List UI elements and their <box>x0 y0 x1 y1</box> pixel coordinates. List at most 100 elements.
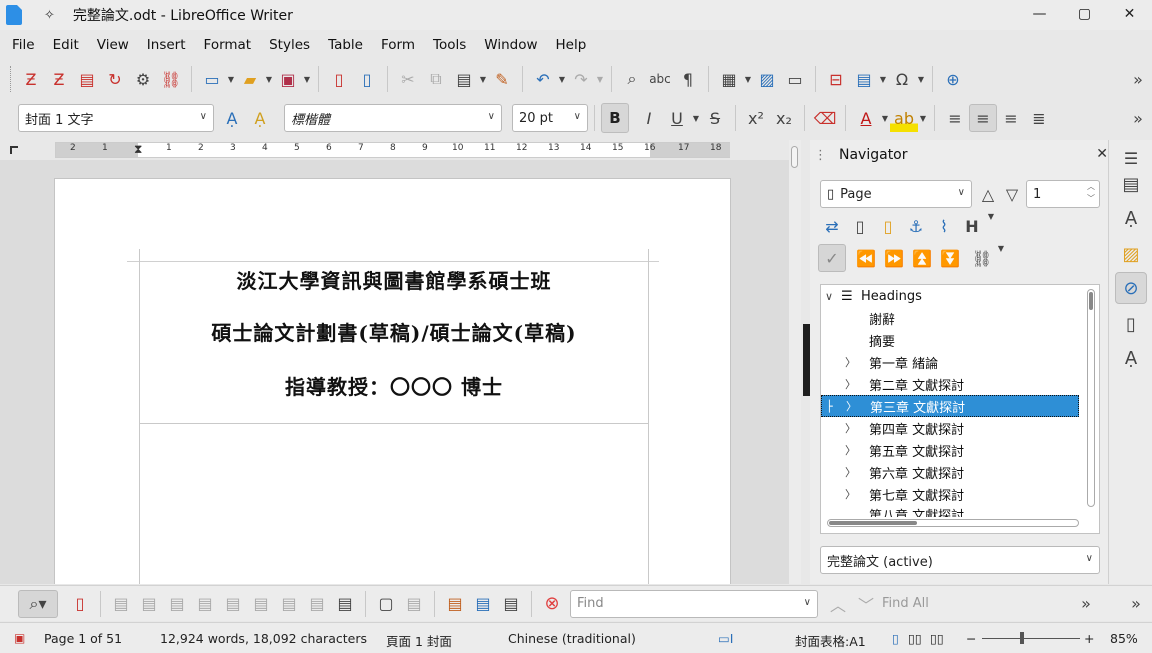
menu-styles[interactable]: Styles <box>260 37 319 53</box>
page-break-icon[interactable]: ⊟ <box>822 65 850 93</box>
heading-level-icon[interactable]: H <box>958 212 986 240</box>
content-navigation-check-icon[interactable]: ✓ <box>818 244 846 272</box>
insert-comment-icon[interactable]: ▢ <box>372 590 400 618</box>
menu-window[interactable]: Window <box>475 37 546 53</box>
tree-item-heading[interactable]: 謝辭 <box>821 307 1079 329</box>
zotero-unlink-icon[interactable]: ⛓ <box>157 65 185 93</box>
chevron-right-icon[interactable]: 〉 <box>845 486 856 502</box>
zotero-insert-bibliography-icon[interactable]: Ƶ <box>45 65 73 93</box>
align-right-icon[interactable]: ≡ <box>997 104 1025 132</box>
chevron-down-icon[interactable]: ▼ <box>743 75 753 84</box>
find-next-icon[interactable]: ﹀ <box>852 590 880 618</box>
accept-next-icon[interactable]: ▤ <box>275 590 303 618</box>
style-inspector-icon[interactable]: Ạ <box>1115 342 1147 374</box>
properties-icon[interactable]: ▤ <box>1115 168 1147 200</box>
tree-item-heading[interactable]: 摘要 <box>821 329 1079 351</box>
document-canvas[interactable]: 淡江大學資訊與圖書館學系碩士班 碩士論文計劃書(草稿)/碩士論文(草稿) 指導教… <box>0 160 790 584</box>
accept-change-icon[interactable]: ▤ <box>163 590 191 618</box>
styles-icon[interactable]: Ạ <box>1115 202 1147 234</box>
anchor-icon[interactable]: ⚓ <box>902 212 930 240</box>
multi-page-view-icon[interactable]: ▯▯ <box>908 631 922 646</box>
text-language[interactable]: Chinese (traditional) <box>508 631 636 646</box>
sidebar-collapse-handle[interactable] <box>803 324 810 396</box>
find-input[interactable]: Find ∨ <box>570 589 818 618</box>
find-replace-icon[interactable]: ⌕ <box>618 65 646 93</box>
menu-form[interactable]: Form <box>372 37 424 53</box>
align-center-icon[interactable]: ≡ <box>969 104 997 132</box>
paste-icon[interactable]: ▤ <box>450 65 478 93</box>
drag-mode-link-icon[interactable]: ⛓ <box>968 244 996 272</box>
cover-advisor-line[interactable]: 指導教授：〇〇〇 博士 <box>139 371 649 400</box>
document-page[interactable]: 淡江大學資訊與圖書館學系碩士班 碩士論文計劃書(草稿)/碩士論文(草稿) 指導教… <box>54 178 731 584</box>
navigate-by-select[interactable]: ▯ Page ∨ <box>820 180 972 208</box>
spinner-arrows-icon[interactable]: ︿ ﹀ <box>1087 181 1095 205</box>
spelling-icon[interactable]: abc <box>646 65 674 93</box>
zotero-document-prefs-icon[interactable]: ▤ <box>73 65 101 93</box>
next-change-icon[interactable]: ▤ <box>135 590 163 618</box>
single-page-view-icon[interactable]: ▯ <box>892 631 899 646</box>
chevron-down-icon[interactable]: ▼ <box>302 75 312 84</box>
subscript-icon[interactable]: x₂ <box>770 104 798 132</box>
chevron-down-icon[interactable]: ▼ <box>880 114 890 123</box>
chevron-right-icon[interactable]: 〉 <box>845 420 856 436</box>
formatting-marks-icon[interactable]: ¶ <box>674 65 702 93</box>
accept-all-icon[interactable]: ▤ <box>219 590 247 618</box>
menu-format[interactable]: Format <box>195 37 261 53</box>
cover-thesis-title[interactable]: 碩士論文計劃書(草稿)/碩士論文(草稿) <box>139 317 649 346</box>
comment-options-icon[interactable]: ▤ <box>400 590 428 618</box>
chevron-right-icon[interactable]: 〉 <box>845 354 856 370</box>
undo-icon[interactable]: ↶ <box>529 65 557 93</box>
tree-item-heading[interactable]: 第八章 文獻探討 <box>821 505 1079 517</box>
font-color-icon[interactable]: A <box>852 104 880 132</box>
menu-file[interactable]: File <box>0 37 44 53</box>
insert-chart-icon[interactable]: ▭ <box>781 65 809 93</box>
menu-insert[interactable]: Insert <box>138 37 195 53</box>
track-properties-icon[interactable]: ▤ <box>497 590 525 618</box>
cut-icon[interactable]: ✂ <box>394 65 422 93</box>
chevron-down-icon[interactable]: ▼ <box>478 75 488 84</box>
superscript-icon[interactable]: x² <box>742 104 770 132</box>
chevron-down-icon[interactable]: ▼ <box>557 75 567 84</box>
chevron-right-icon[interactable]: 〉 <box>845 376 856 392</box>
page-style[interactable]: 頁面 1 封面 <box>386 631 452 650</box>
paragraph-style-select[interactable]: 封面 1 文字 ∨ <box>18 104 214 132</box>
menu-view[interactable]: View <box>88 37 138 53</box>
zotero-insert-citation-icon[interactable]: Ƶ <box>17 65 45 93</box>
more-options-icon[interactable]: » <box>1072 590 1100 618</box>
more-options-icon[interactable]: » <box>1122 590 1150 618</box>
reject-change-icon[interactable]: ▤ <box>191 590 219 618</box>
tree-item-heading[interactable]: 〉 第四章 文獻探討 <box>821 417 1079 439</box>
tree-item-heading[interactable]: 〉 第七章 文獻探討 <box>821 483 1079 505</box>
tree-item-heading[interactable]: 〉 第二章 文獻探討 <box>821 373 1079 395</box>
page-number-spinner[interactable]: 1 ︿ ﹀ <box>1026 180 1100 208</box>
previous-change-icon[interactable]: ▤ <box>107 590 135 618</box>
document-select[interactable]: 完整論文 (active) ∨ <box>820 546 1100 574</box>
close-window-button[interactable]: ✕ <box>1107 0 1152 28</box>
chevron-down-icon[interactable]: ▼ <box>878 75 888 84</box>
highlight-color-icon[interactable]: ab <box>890 104 918 132</box>
font-size-select[interactable]: 20 pt ∨ <box>512 104 588 132</box>
copy-icon[interactable]: ⧉ <box>422 65 450 93</box>
zoom-slider-thumb[interactable] <box>1020 632 1024 644</box>
document-vertical-scrollbar[interactable] <box>789 140 801 584</box>
save-icon[interactable]: ▣ <box>274 65 302 93</box>
zoom-in-icon[interactable]: + <box>1084 631 1094 646</box>
zoom-level[interactable]: 85% <box>1110 631 1138 646</box>
menu-table[interactable]: Table <box>319 37 372 53</box>
page-count[interactable]: Page 1 of 51 <box>44 631 122 646</box>
gallery-icon[interactable]: ▨ <box>1115 238 1147 270</box>
tab-stop-selector[interactable] <box>10 146 18 154</box>
scrollbar-thumb[interactable] <box>1089 292 1093 310</box>
zotero-refresh-icon[interactable]: ↻ <box>101 65 129 93</box>
navigator-tree[interactable]: ∨ ☰ Headings 謝辭 摘要 〉 第一章 緒論 〉 第二章 文獻探討 ├… <box>820 284 1100 534</box>
pin-icon[interactable]: ✧ <box>44 8 55 23</box>
italic-icon[interactable]: I <box>635 104 663 132</box>
chevron-down-icon[interactable]: ▼ <box>918 114 928 123</box>
update-style-icon[interactable]: Ạ <box>218 104 246 132</box>
zoom-out-icon[interactable]: − <box>966 631 976 646</box>
chevron-down-icon[interactable]: ▼ <box>916 75 926 84</box>
horizontal-ruler[interactable]: 2 1 ⧗ 1 2 3 4 5 6 7 8 9 10 11 12 13 14 1… <box>55 142 730 158</box>
footer-icon[interactable]: ▯ <box>874 212 902 240</box>
menu-help[interactable]: Help <box>547 37 596 53</box>
reject-next-icon[interactable]: ▤ <box>303 590 331 618</box>
